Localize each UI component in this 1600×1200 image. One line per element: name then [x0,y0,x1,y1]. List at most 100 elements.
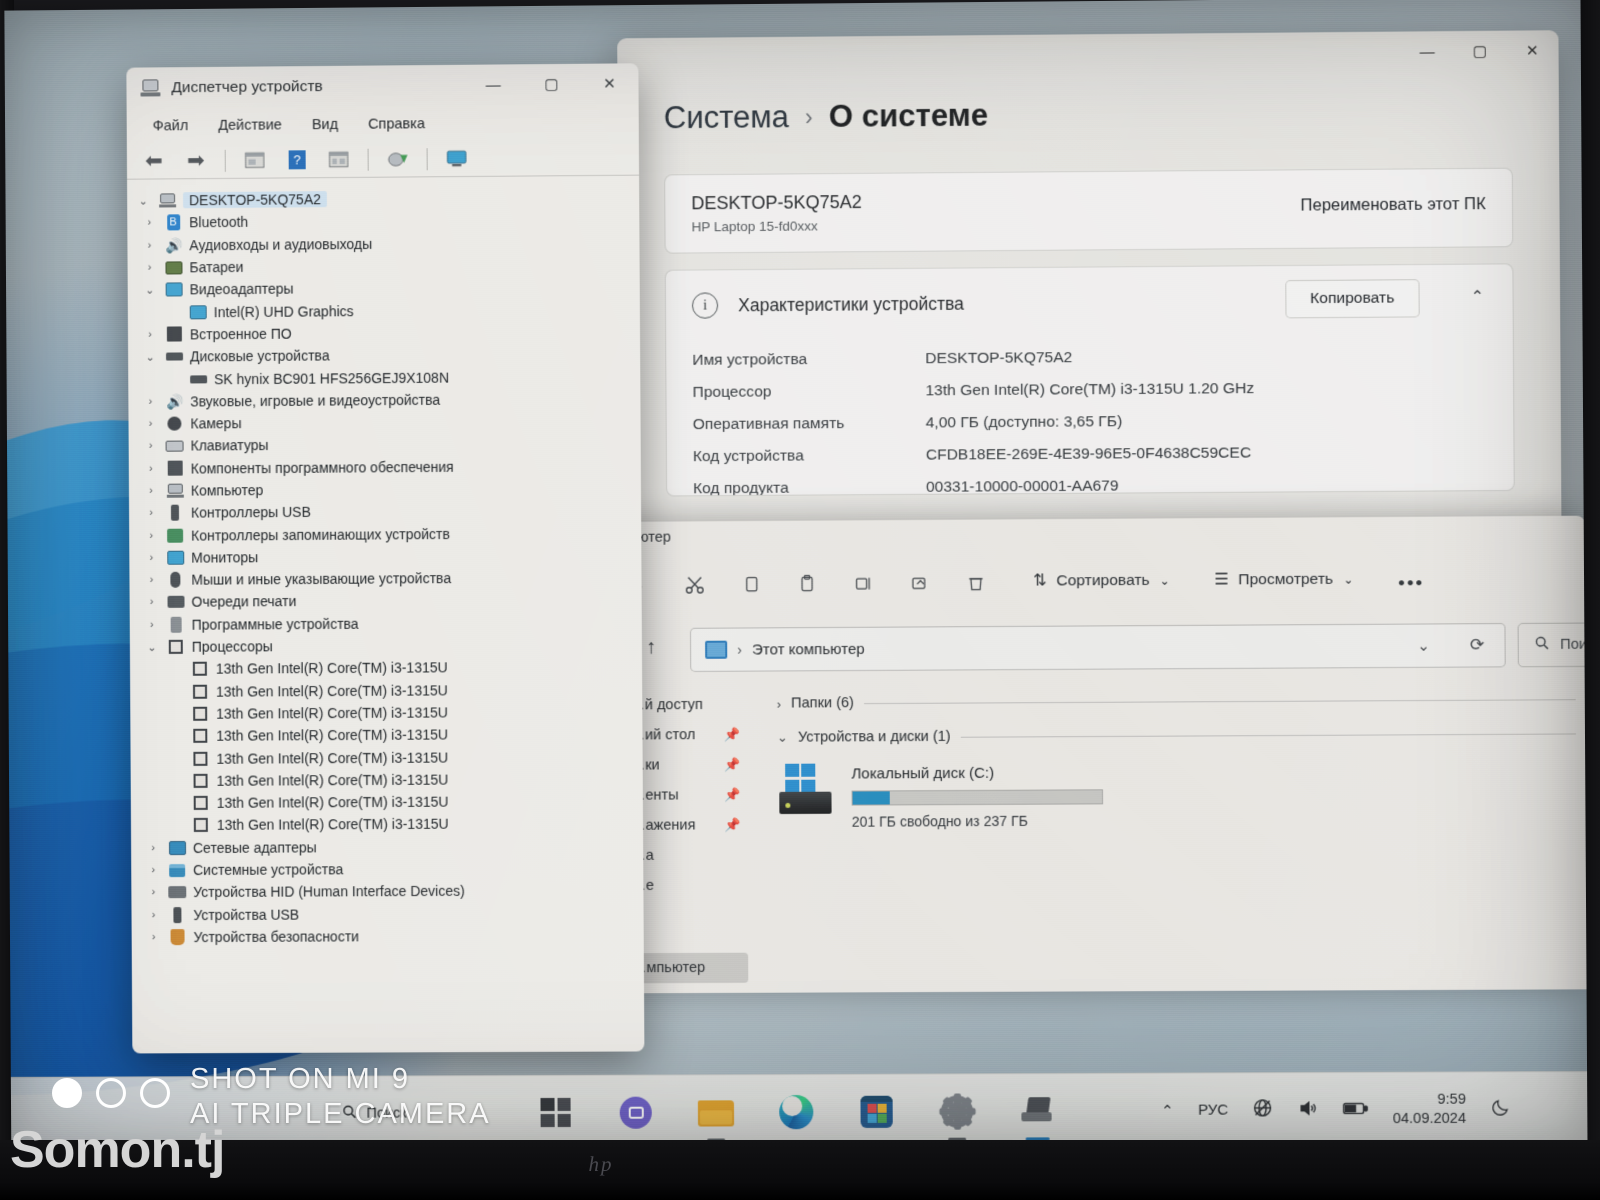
minimize-button[interactable]: — [464,64,522,105]
start-button[interactable] [535,1092,575,1132]
show-hidden-devices-icon[interactable] [440,145,474,171]
edge-button[interactable] [776,1091,816,1131]
group-devices-and-drives[interactable]: ⌄ Устройства и диски (1) [777,725,1576,746]
rename-icon[interactable] [850,570,876,596]
tree-node[interactable]: › Устройства HID (Human Interface Devices… [139,879,643,904]
drive-item-local-disk-c[interactable]: Локальный диск (C:) 201 ГБ свободно из 2… [777,760,1576,830]
menu-item-action[interactable]: Действие [218,117,282,134]
chevron-right-icon[interactable]: › [143,529,159,541]
paste-icon[interactable] [794,571,820,597]
chevron-right-icon[interactable]: › [142,418,158,430]
chevron-right-icon[interactable]: › [145,864,161,876]
explorer-toolbar[interactable]: ⌄ [603,552,1585,620]
settings-window-controls[interactable]: — ▢ ✕ [1401,30,1559,72]
chevron-right-icon[interactable]: › [145,842,161,854]
chevron-right-icon[interactable]: › [141,217,157,229]
menu-item-view[interactable]: Вид [312,117,338,133]
chevron-right-icon[interactable]: › [143,462,159,474]
tree-node[interactable]: › Программные устройства [138,611,642,636]
chat-button[interactable] [616,1092,656,1132]
microsoft-store-button[interactable] [856,1091,896,1131]
chevron-right-icon[interactable]: › [142,329,158,341]
tree-node[interactable]: 13th Gen Intel(R) Core(TM) i3-1315U [138,655,642,680]
device-tree[interactable]: ⌄ DESKTOP-5KQ75A2 › B Bluetooth › 🔊 Аудиовход… [127,176,644,949]
scan-hardware-icon[interactable] [322,146,356,172]
tree-node[interactable]: 13th Gen Intel(R) Core(TM) i3-1315U [138,723,642,748]
tree-node[interactable]: › Контроллеры USB [137,499,641,525]
chevron-right-icon[interactable]: › [144,619,160,631]
sort-button[interactable]: ⇅ Сортировать ⌄ [1033,571,1170,591]
device-manager-titlebar[interactable]: Диспетчер устройств — ▢ ✕ [126,63,638,109]
up-one-level-button[interactable]: ↑ [646,636,656,659]
explorer-command-icons[interactable]: ⌄ [625,570,989,598]
chevron-right-icon[interactable]: › [142,396,158,408]
chevron-right-icon[interactable]: › [143,552,159,564]
chevron-down-icon[interactable]: ⌄ [777,730,788,746]
explorer-titlebar[interactable]: …ютер [603,516,1585,558]
language-indicator[interactable]: РУС [1198,1102,1228,1119]
close-button[interactable]: ✕ [1506,30,1559,71]
breadcrumb-parent[interactable]: Система [664,99,789,136]
chevron-right-icon[interactable]: › [145,909,161,921]
forward-icon[interactable]: ➡ [179,147,213,173]
settings-button[interactable] [937,1091,977,1141]
chevron-right-icon[interactable]: › [142,262,158,274]
address-bar[interactable]: › Этот компьютер ⌄ ⟳ [689,623,1506,672]
menu-item-help[interactable]: Справка [368,116,425,133]
explorer-address-row[interactable]: ↑ › Этот компьютер ⌄ ⟳ Поиск [604,614,1588,682]
clock[interactable]: 9:59 04.09.2024 [1393,1091,1467,1128]
more-options-button[interactable]: ••• [1398,573,1424,595]
settings-window[interactable]: — ▢ ✕ Система › О системе DESKTOP-5KQ75A… [617,30,1562,540]
tray-overflow-chevron-icon[interactable]: ⌃ [1161,1101,1174,1119]
tree-node[interactable]: › Контроллеры запоминающих устройств [137,521,641,547]
chevron-right-icon[interactable]: › [143,440,159,452]
maximize-button[interactable]: ▢ [1453,31,1506,72]
tree-node[interactable]: 13th Gen Intel(R) Core(TM) i3-1315U [139,812,643,837]
tree-node[interactable]: › Мониторы [137,544,641,569]
copy-icon[interactable] [738,571,764,597]
system-tray[interactable]: ⌃ РУС 9:59 04.09.2024 [1161,1091,1511,1129]
tree-node[interactable]: › Устройства безопасности [140,924,644,949]
share-icon[interactable] [906,570,932,596]
tree-node[interactable]: › Системные устройства [139,857,643,882]
tree-node[interactable]: 13th Gen Intel(R) Core(TM) i3-1315U [138,745,642,770]
chevron-down-icon[interactable]: ⌄ [135,194,151,207]
delete-icon[interactable] [963,570,989,596]
search-input[interactable]: Поиск [1517,621,1588,668]
tree-node[interactable]: ⌄ Процессоры [138,633,642,658]
speaker-icon[interactable] [1298,1098,1319,1122]
chevron-right-icon[interactable]: › [143,507,159,519]
device-manager-toolbar[interactable]: ⬅ ➡ ? [126,139,640,180]
globe-icon[interactable] [1252,1097,1273,1122]
moon-icon[interactable] [1490,1097,1510,1121]
chevron-down-icon[interactable]: ⌄ [142,350,158,363]
tree-node[interactable]: › Компьютер [137,476,641,502]
tree-node[interactable]: 13th Gen Intel(R) Core(TM) i3-1315U [139,790,643,815]
tree-node[interactable]: › Компоненты программного обеспечения [137,454,641,480]
help-icon[interactable]: ? [280,147,314,173]
properties-icon[interactable] [238,147,272,173]
tree-node[interactable]: 13th Gen Intel(R) Core(TM) i3-1315U [138,678,642,703]
chevron-right-icon[interactable]: › [145,887,161,899]
back-icon[interactable]: ⬅ [137,148,171,174]
battery-icon[interactable] [1343,1100,1368,1120]
tree-node[interactable]: › Устройства USB [139,901,643,926]
tree-node[interactable]: › Очереди печати [138,588,642,613]
chevron-down-icon[interactable]: ⌄ [1417,637,1430,655]
chevron-right-icon[interactable]: › [143,574,159,586]
view-button[interactable]: ☰ Просмотреть ⌄ [1214,570,1353,590]
device-manager-window-controls[interactable]: — ▢ ✕ [464,63,639,105]
tree-node[interactable]: › Сетевые адаптеры [139,834,643,859]
device-manager-window[interactable]: Диспетчер устройств — ▢ ✕ Файл Действие … [126,63,645,1054]
cut-icon[interactable] [682,572,708,598]
device-manager-menubar[interactable]: Файл Действие Вид Справка [127,105,639,143]
refresh-icon[interactable]: ⟳ [1470,635,1485,655]
menu-item-file[interactable]: Файл [153,118,189,134]
close-button[interactable]: ✕ [580,63,638,104]
tree-node[interactable]: › Мыши и иные указывающие устройства [137,566,641,591]
chevron-right-icon[interactable]: › [777,696,781,711]
device-manager-button[interactable] [1017,1091,1057,1140]
maximize-button[interactable]: ▢ [522,64,580,105]
chevron-up-icon[interactable]: ⌃ [1471,287,1485,307]
chevron-right-icon[interactable]: › [143,485,159,497]
